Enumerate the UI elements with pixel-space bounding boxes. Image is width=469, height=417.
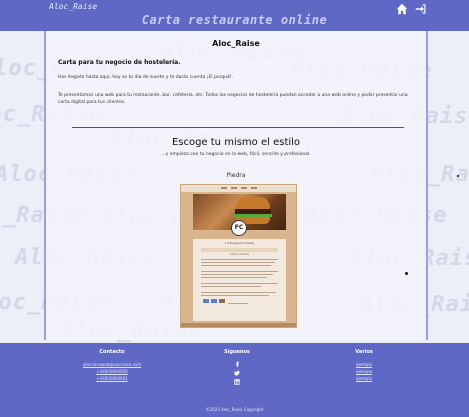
- footer-misc: Varios ejemplo ejemplo ejemplo: [304, 349, 424, 382]
- intro-heading: Carta para tu negocio de hostelería.: [58, 59, 181, 66]
- main-content: Aloc_Raise Carta para tu negocio de host…: [44, 31, 428, 340]
- footer-link[interactable]: ejemplo: [304, 375, 424, 382]
- contact-phone-link[interactable]: +34600000001: [52, 375, 172, 382]
- site-title: Carta restaurante online: [141, 13, 328, 27]
- preview-card-title: La Burguería Fiesta: [225, 241, 254, 245]
- intro-paragraph: Te presentamos una web para tu restauran…: [58, 93, 408, 105]
- home-icon[interactable]: [396, 3, 408, 15]
- footer-contact: Contacto alocraiseweb@alocraise.com +346…: [52, 349, 172, 382]
- theme-preview-image[interactable]: FC La Burguería Fiesta Sobre nosotros: [180, 184, 297, 328]
- styles-heading: Escoge tu mismo el estilo: [171, 137, 301, 148]
- preview-text-line: [201, 295, 269, 296]
- footer-follow: Síguenos: [177, 349, 297, 388]
- footer-link[interactable]: ejemplo: [304, 361, 424, 368]
- linkedin-icon[interactable]: [234, 379, 240, 385]
- preview-text-line: [201, 271, 278, 272]
- page-footer: Contacto alocraiseweb@alocraise.com +346…: [0, 343, 469, 417]
- preview-band-title: Sobre nosotros: [230, 253, 249, 256]
- preview-social-icon: [203, 299, 225, 303]
- preview-logo: FC: [231, 220, 247, 236]
- preview-card: La Burguería Fiesta Sobre nosotros: [193, 239, 286, 321]
- preview-text-line: [201, 292, 276, 293]
- footer-heading: Contacto: [99, 349, 125, 355]
- contact-email-link[interactable]: alocraiseweb@alocraise.com: [52, 361, 172, 368]
- preview-text-line: [228, 303, 248, 304]
- preview-text-line: [201, 283, 278, 284]
- brand-link[interactable]: Aloc_Raise: [49, 2, 97, 11]
- footer-link[interactable]: ejemplo: [304, 368, 424, 375]
- preview-text-line: [201, 259, 278, 260]
- copyright-text: ©2022 Aloc_Raise Copyright: [205, 407, 264, 412]
- footer-heading: Varios: [355, 349, 373, 355]
- contact-phone-link[interactable]: +34600000000: [52, 368, 172, 375]
- preview-band: [201, 248, 278, 252]
- facebook-icon[interactable]: [234, 361, 240, 367]
- preview-footer-bar: [181, 323, 296, 327]
- burger-icon: [236, 197, 270, 209]
- top-header: Aloc_Raise Carta restaurante online: [0, 0, 469, 31]
- page-title: Aloc_Raise: [212, 39, 260, 48]
- footer-heading: Síguenos: [224, 349, 250, 355]
- preview-nav: [181, 185, 296, 192]
- sign-in-icon[interactable]: [415, 3, 427, 15]
- preview-text-line: [201, 262, 275, 263]
- preview-text-line: [201, 265, 271, 266]
- twitter-icon[interactable]: [234, 370, 240, 376]
- styles-subheading: ...y empieza con tu negocio en la web, f…: [161, 152, 311, 157]
- preview-text-line: [201, 286, 261, 287]
- preview-text-line: [201, 274, 273, 275]
- section-divider: [72, 127, 404, 128]
- intro-paragraph: Has llegado hasta aquí, hoy es tu día de…: [58, 75, 234, 80]
- theme-name: Piedra: [226, 172, 246, 179]
- decorative-dot: [405, 272, 408, 275]
- decorative-dot: [457, 175, 459, 177]
- preview-text-line: [201, 277, 267, 278]
